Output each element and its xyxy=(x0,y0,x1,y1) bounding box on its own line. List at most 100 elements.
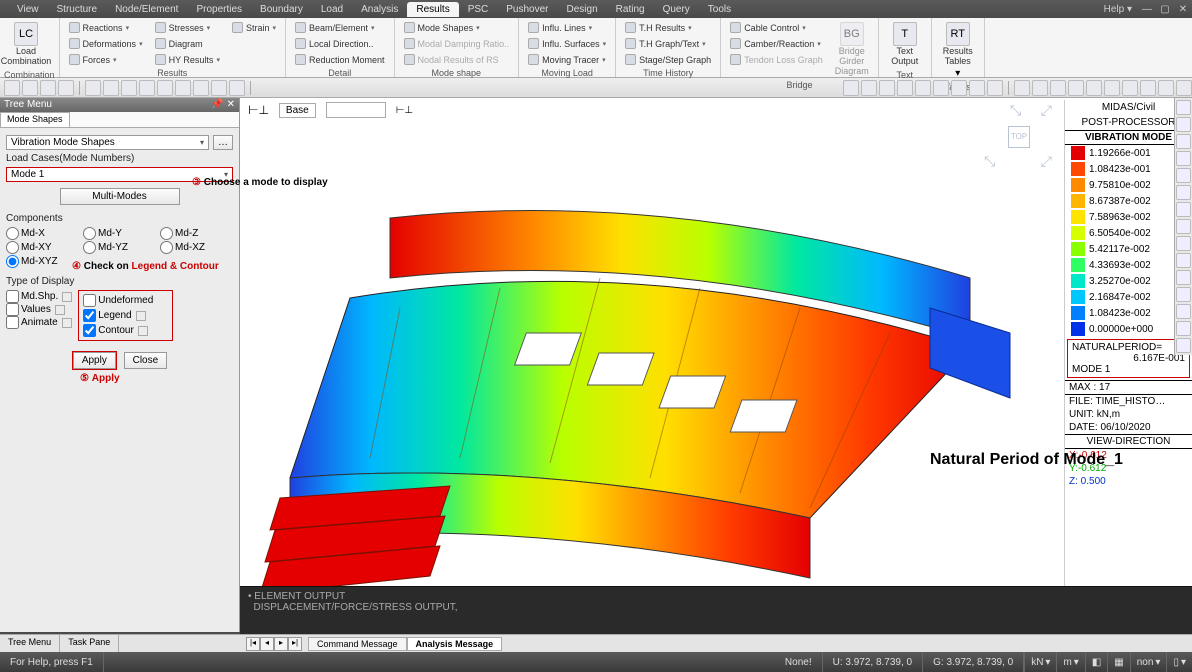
qat-button[interactable] xyxy=(915,80,931,96)
local-direction-button[interactable]: Local Direction.. xyxy=(292,36,388,51)
qat-button[interactable] xyxy=(121,80,137,96)
right-tool-button[interactable] xyxy=(1176,236,1191,251)
check-contour[interactable]: Contour xyxy=(83,324,168,337)
beam-element-button[interactable]: Beam/Element▾ xyxy=(292,20,388,35)
right-tool-button[interactable] xyxy=(1176,270,1191,285)
mode-shapes-button[interactable]: Mode Shapes▾ xyxy=(401,20,513,35)
radio-mdz[interactable]: Md-Z xyxy=(160,227,233,240)
status-toggle[interactable]: ◧ xyxy=(1085,652,1107,672)
check-legend[interactable]: Legend xyxy=(83,309,145,322)
radio-mdy[interactable]: Md-Y xyxy=(83,227,156,240)
stage-step-button[interactable]: Stage/Step Graph xyxy=(622,52,714,67)
right-tool-button[interactable] xyxy=(1176,304,1191,319)
qat-button[interactable] xyxy=(843,80,859,96)
moving-tracer-button[interactable]: Moving Tracer▾ xyxy=(525,52,609,67)
th-results-button[interactable]: T.H Results▾ xyxy=(622,20,714,35)
qat-button[interactable] xyxy=(103,80,119,96)
status-none[interactable]: non▾ xyxy=(1130,652,1167,672)
base-label[interactable]: Base xyxy=(279,103,316,118)
text-output-button[interactable]: TText Output xyxy=(883,20,927,69)
maximize-icon[interactable]: ▢ xyxy=(1158,2,1172,16)
right-tool-button[interactable] xyxy=(1176,253,1191,268)
th-graph-button[interactable]: T.H Graph/Text▾ xyxy=(622,36,714,51)
right-tool-button[interactable] xyxy=(1176,117,1191,132)
help-link[interactable]: Help ▾ xyxy=(1104,4,1132,15)
menu-design[interactable]: Design xyxy=(558,2,607,17)
tab-nav-last[interactable]: ▸| xyxy=(288,637,302,651)
right-tool-button[interactable] xyxy=(1176,287,1191,302)
view-select[interactable] xyxy=(326,102,386,118)
tab-analysis-message[interactable]: Analysis Message xyxy=(407,637,503,651)
tab-tree-menu[interactable]: Tree Menu xyxy=(0,635,60,652)
tab-nav-next[interactable]: ▸ xyxy=(274,637,288,651)
right-tool-button[interactable] xyxy=(1176,151,1191,166)
tab-task-pane[interactable]: Task Pane xyxy=(60,635,119,652)
qat-button[interactable] xyxy=(987,80,1003,96)
radio-mdxy[interactable]: Md-XY xyxy=(6,241,79,254)
strain-button[interactable]: Strain▾ xyxy=(229,20,279,35)
nav-cube[interactable]: ⤡⤢ ⤡⤢ TOP xyxy=(986,104,1050,168)
qat-button[interactable] xyxy=(1104,80,1120,96)
unit-length-dropdown[interactable]: m▾ xyxy=(1056,652,1084,672)
qat-button[interactable] xyxy=(1068,80,1084,96)
tab-command-message[interactable]: Command Message xyxy=(308,637,407,651)
deformations-button[interactable]: Deformations▾ xyxy=(66,36,146,51)
qat-button[interactable] xyxy=(879,80,895,96)
status-toggle[interactable]: ▦ xyxy=(1107,652,1129,672)
qat-button[interactable] xyxy=(85,80,101,96)
vibration-shapes-dropdown[interactable]: Vibration Mode Shapes▾ xyxy=(6,135,209,150)
check-values[interactable]: Values xyxy=(6,303,72,316)
check-mdshp[interactable]: Md.Shp. xyxy=(6,290,72,303)
reduction-moment-button[interactable]: Reduction Moment xyxy=(292,52,388,67)
influ-surfaces-button[interactable]: Influ. Surfaces▾ xyxy=(525,36,609,51)
qat-button[interactable] xyxy=(1158,80,1174,96)
menu-pushover[interactable]: Pushover xyxy=(497,2,557,17)
qat-button[interactable] xyxy=(1032,80,1048,96)
right-tool-button[interactable] xyxy=(1176,100,1191,115)
pin-icon[interactable]: 📌 xyxy=(211,99,223,110)
reactions-button[interactable]: Reactions▾ xyxy=(66,20,146,35)
menu-results[interactable]: Results xyxy=(407,2,458,17)
qat-button[interactable] xyxy=(1140,80,1156,96)
qat-button[interactable] xyxy=(157,80,173,96)
unit-force-dropdown[interactable]: kN▾ xyxy=(1024,652,1056,672)
model-viewport[interactable]: ⊢⊥ Base ⊢⊥ xyxy=(240,98,1192,632)
qat-button[interactable] xyxy=(4,80,20,96)
qat-button[interactable] xyxy=(193,80,209,96)
qat-button[interactable] xyxy=(1122,80,1138,96)
menu-load[interactable]: Load xyxy=(312,2,352,17)
qat-button[interactable] xyxy=(1050,80,1066,96)
qat-button[interactable] xyxy=(897,80,913,96)
right-tool-button[interactable] xyxy=(1176,168,1191,183)
right-tool-button[interactable] xyxy=(1176,134,1191,149)
apply-button[interactable]: Apply xyxy=(73,352,116,369)
qat-button[interactable] xyxy=(933,80,949,96)
menu-psc[interactable]: PSC xyxy=(459,2,498,17)
menu-boundary[interactable]: Boundary xyxy=(251,2,312,17)
qat-button[interactable] xyxy=(1014,80,1030,96)
qat-button[interactable] xyxy=(139,80,155,96)
check-undeformed[interactable]: Undeformed xyxy=(83,294,168,307)
menu-analysis[interactable]: Analysis xyxy=(352,2,407,17)
view-toggle-icon[interactable]: ⊢⊥ xyxy=(396,105,413,116)
mode-shapes-tab[interactable]: Mode Shapes xyxy=(0,112,70,127)
radio-mdxz[interactable]: Md-XZ xyxy=(160,241,233,254)
qat-button[interactable] xyxy=(22,80,38,96)
menu-properties[interactable]: Properties xyxy=(187,2,251,17)
right-tool-button[interactable] xyxy=(1176,338,1191,353)
multimodes-button[interactable]: Multi-Modes xyxy=(60,188,180,205)
right-tool-button[interactable] xyxy=(1176,321,1191,336)
stresses-button[interactable]: Stresses▾ xyxy=(152,20,223,35)
right-tool-button[interactable] xyxy=(1176,219,1191,234)
camber-reaction-button[interactable]: Camber/Reaction▾ xyxy=(727,36,826,51)
radio-mdxyz[interactable]: Md-XYZ xyxy=(6,255,79,268)
right-tool-button[interactable] xyxy=(1176,185,1191,200)
menu-rating[interactable]: Rating xyxy=(607,2,654,17)
qat-button[interactable] xyxy=(861,80,877,96)
tab-nav-first[interactable]: |◂ xyxy=(246,637,260,651)
close-panel-icon[interactable]: ✕ xyxy=(227,99,235,110)
menu-view[interactable]: View xyxy=(8,2,48,17)
qat-button[interactable] xyxy=(1176,80,1192,96)
qat-button[interactable] xyxy=(1086,80,1102,96)
hy-results-button[interactable]: HY Results▾ xyxy=(152,52,223,67)
